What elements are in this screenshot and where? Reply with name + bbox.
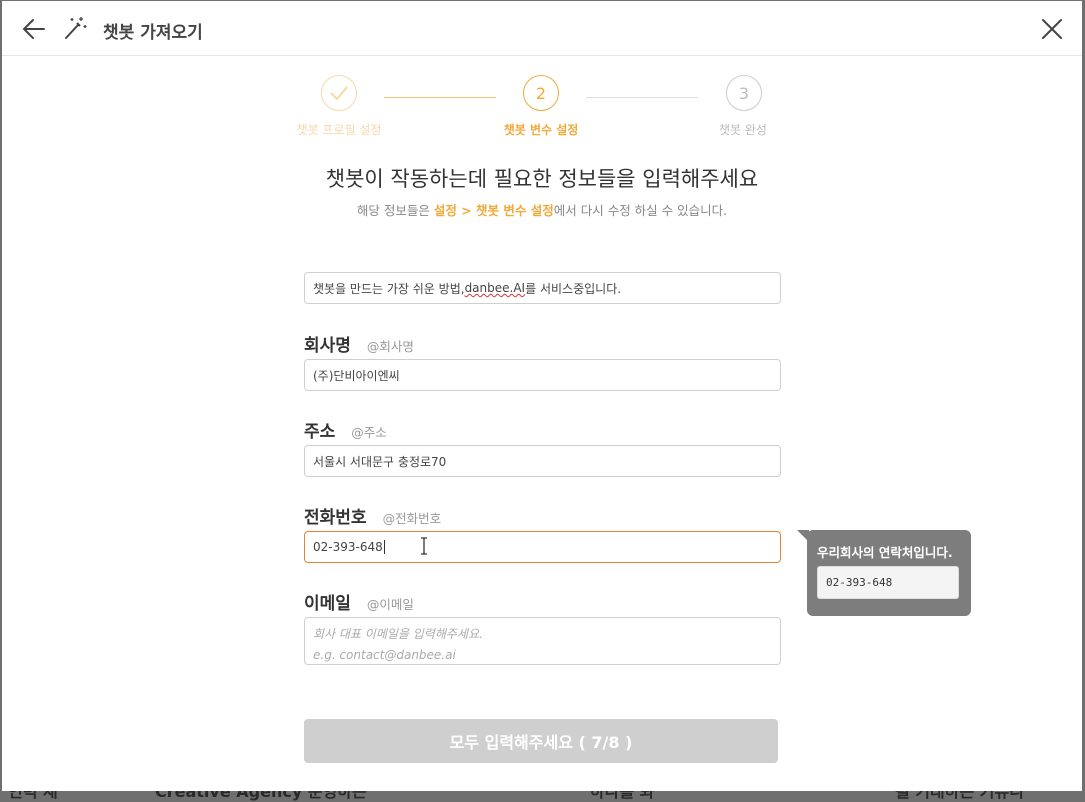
import-chatbot-modal: 챗봇 가져오기 2 3 챗봇 프로필 설정 챗봇 변수 설정 챗봇 완성 챗봇이… — [2, 1, 1082, 791]
page-title: 챗봇이 작동하는데 필요한 정보들을 입력해주세요 — [325, 167, 759, 191]
step-3-circle: 3 — [726, 75, 762, 111]
address-input[interactable]: 서울시 서대문구 충정로70 — [304, 445, 781, 477]
address-variable: @주소 — [351, 425, 387, 440]
checkmark-icon — [330, 86, 348, 101]
tooltip-title: 우리회사의 연락처입니다. — [817, 545, 953, 560]
step-2-label: 챗봇 변수 설정 — [503, 123, 579, 137]
step-1-circle — [321, 75, 357, 111]
magic-wand-icon — [65, 17, 87, 39]
variable-tooltip: 우리회사의 연락처입니다. 02-393-648 — [797, 530, 971, 616]
text-cursor-icon — [421, 537, 427, 555]
step-2-circle: 2 — [523, 75, 559, 111]
address-label-text: 주소 — [304, 422, 336, 442]
back-arrow-icon[interactable] — [20, 15, 48, 43]
phone-value: 02-393-648 — [313, 540, 383, 554]
step-connector-1 — [384, 97, 496, 98]
spellcheck-word: danbee.AI — [464, 281, 526, 295]
phone-variable: @전화번호 — [382, 511, 442, 526]
subtitle-text: 해당 정보들은 — [356, 203, 434, 218]
intro-text-end: 를 서비스중입니다. — [525, 281, 622, 296]
close-icon[interactable] — [1040, 17, 1064, 41]
tooltip-preview: 02-393-648 — [817, 566, 959, 599]
company-label-text: 회사명 — [304, 336, 351, 356]
company-variable: @회사명 — [366, 339, 414, 354]
company-value: (주)단비아이엔씨 — [313, 368, 400, 383]
company-input[interactable]: (주)단비아이엔씨 — [304, 359, 781, 391]
address-label: 주소 @주소 — [304, 417, 387, 442]
step-1-label: 챗봇 프로필 설정 — [296, 123, 382, 137]
address-value: 서울시 서대문구 충정로70 — [313, 454, 447, 469]
page-subtitle: 해당 정보들은 설정 > 챗봇 변수 설정에서 다시 수정 하실 수 있습니다. — [2, 200, 1082, 219]
submit-button[interactable]: 모두 입력해주세요 ( 7/8 ) — [304, 719, 778, 763]
text-caret — [383, 540, 385, 554]
email-variable: @이메일 — [366, 597, 414, 612]
subtitle-text-end: 에서 다시 수정 하실 수 있습니다. — [553, 203, 728, 218]
phone-label-text: 전화번호 — [304, 508, 367, 528]
modal-title: 챗봇 가져오기 — [103, 23, 203, 43]
intro-input[interactable]: 챗봇을 만드는 가장 쉬운 방법, danbee.AI 를 서비스중입니다. — [304, 272, 781, 304]
phone-input[interactable]: 02-393-648 — [304, 531, 781, 563]
step-3-label: 챗봇 완성 — [719, 123, 767, 137]
email-label-text: 이메일 — [304, 594, 351, 614]
email-label: 이메일 @이메일 — [304, 589, 414, 614]
step-2-number: 2 — [535, 83, 547, 103]
email-placeholder-example: e.g. contact@danbee.ai — [313, 648, 456, 662]
modal-header: 챗봇 가져오기 — [2, 1, 1082, 56]
company-label: 회사명 @회사명 — [304, 331, 414, 356]
intro-text: 챗봇을 만드는 가장 쉬운 방법, — [313, 281, 465, 296]
email-input[interactable]: 회사 대표 이메일을 입력해주세요. e.g. contact@danbee.a… — [304, 617, 781, 665]
settings-path-link: 설정 > 챗봇 변수 설정 — [433, 203, 554, 218]
scrolled-field-label: ▪ ▪ ▪ — [304, 248, 350, 254]
email-placeholder: 회사 대표 이메일을 입력해주세요. — [313, 627, 483, 641]
step-3-number: 3 — [738, 83, 750, 103]
variable-form: ▪ ▪ ▪ 챗봇을 만드는 가장 쉬운 방법, danbee.AI를 서비스중입… — [304, 248, 782, 678]
step-connector-2 — [586, 97, 698, 98]
phone-label: 전화번호 @전화번호 — [304, 503, 441, 528]
